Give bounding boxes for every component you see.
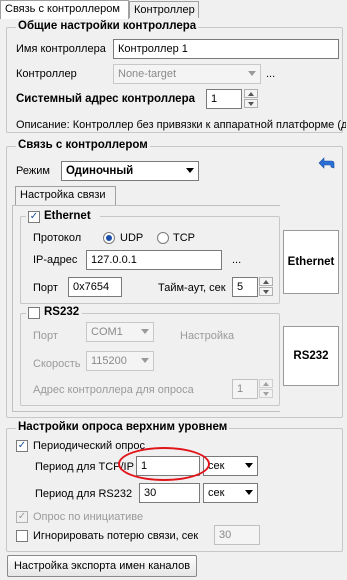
controller-name-input[interactable]: Контроллер 1 xyxy=(113,39,339,59)
rs232-speed-select[interactable]: 115200 xyxy=(86,351,154,371)
ethernet-checkbox[interactable]: ✓ xyxy=(28,211,40,223)
rs232-settings-button[interactable]: Настройка xyxy=(180,330,234,342)
ip-address-label: IP-адрес xyxy=(33,254,78,266)
tab-connection[interactable]: Связь с контроллером xyxy=(0,0,129,19)
tcp-label: TCP xyxy=(173,232,195,244)
system-address-label: Системный адрес контроллера xyxy=(16,93,195,105)
rs232-button[interactable]: RS232 xyxy=(283,326,339,386)
rs232-speed-label: Скорость xyxy=(33,358,81,370)
udp-radio[interactable] xyxy=(103,232,115,244)
rs232-port-select[interactable]: COM1 xyxy=(86,322,154,342)
udp-label: UDP xyxy=(120,232,144,244)
annotation-ellipse xyxy=(118,447,210,481)
mode-value: Одиночный xyxy=(66,165,134,177)
controller-name-label: Имя контроллера xyxy=(16,43,106,55)
rs232-port-value: COM1 xyxy=(91,326,123,338)
port-label: Порт xyxy=(33,282,58,294)
chevron-down-icon xyxy=(141,358,149,363)
port-input[interactable]: 0x7654 xyxy=(68,277,122,297)
tab-controller[interactable]: Контроллер xyxy=(129,1,199,18)
rs232-address-label: Адрес контроллера для опроса xyxy=(33,384,194,396)
rs232-speed-value: 115200 xyxy=(91,355,127,367)
tcpip-unit-value: сек xyxy=(208,460,225,472)
mode-label: Режим xyxy=(16,165,50,177)
rs232-title: RS232 xyxy=(44,306,80,318)
protocol-label: Протокол xyxy=(33,232,82,244)
timeout-spinner[interactable] xyxy=(259,277,273,297)
controller-type-select[interactable]: None-target xyxy=(113,64,261,84)
chevron-down-icon xyxy=(186,168,194,173)
rs232-address-input[interactable]: 1 xyxy=(232,379,258,399)
ignore-link-loss-label: Игнорировать потерю связи, сек xyxy=(33,530,199,542)
initiative-poll-checkbox[interactable]: ✓ xyxy=(16,511,28,523)
controller-type-browse-button[interactable]: ... xyxy=(266,68,275,80)
timeout-label: Тайм-аут, сек xyxy=(158,282,226,294)
periodic-poll-checkbox[interactable]: ✓ xyxy=(16,440,28,452)
back-arrow-icon[interactable] xyxy=(318,157,336,171)
ip-address-input[interactable]: 127.0.0.1 xyxy=(86,250,222,270)
chevron-down-icon xyxy=(248,71,256,76)
controller-type-label: Контроллер xyxy=(16,68,77,80)
tab-connection-settings[interactable]: Настройка связи xyxy=(15,186,116,206)
general-settings-title: Общие настройки контроллера xyxy=(16,20,199,32)
rs232-period-input[interactable]: 30 xyxy=(139,483,200,503)
chevron-down-icon xyxy=(245,463,253,468)
export-channel-names-button[interactable]: Настройка экспорта имен каналов xyxy=(7,555,197,577)
system-address-input[interactable]: 1 xyxy=(206,89,242,109)
timeout-input[interactable]: 5 xyxy=(232,277,258,297)
connection-title: Связь с контроллером xyxy=(16,139,150,151)
system-address-spinner[interactable] xyxy=(244,89,258,109)
ignore-link-loss-checkbox[interactable] xyxy=(16,530,28,542)
ignore-link-loss-input[interactable]: 30 xyxy=(214,525,260,545)
tab-bar: Связь с контроллером Контроллер xyxy=(0,0,347,19)
tcp-radio[interactable] xyxy=(157,232,169,244)
controller-type-value: None-target xyxy=(118,68,177,80)
periodic-poll-label: Периодический опрос xyxy=(33,440,146,452)
rs232-period-label: Период для RS232 xyxy=(35,488,133,500)
controller-description: Описание: Контроллер без привязки к аппа… xyxy=(16,119,346,131)
rs232-unit-value: сек xyxy=(208,487,225,499)
rs232-unit-select[interactable]: сек xyxy=(203,483,258,503)
rs232-port-label: Порт xyxy=(33,330,58,342)
ethernet-button[interactable]: Ethernet xyxy=(283,230,339,294)
polling-title: Настройки опроса верхним уровнем xyxy=(16,421,230,433)
chevron-down-icon xyxy=(245,490,253,495)
initiative-poll-label: Опрос по инициативе xyxy=(33,511,144,523)
ethernet-title: Ethernet xyxy=(44,210,91,222)
tcpip-unit-select[interactable]: сек xyxy=(203,456,258,476)
chevron-down-icon xyxy=(141,329,149,334)
mode-select[interactable]: Одиночный xyxy=(61,161,199,181)
rs232-checkbox[interactable] xyxy=(28,307,40,319)
rs232-address-spinner[interactable] xyxy=(259,379,273,399)
ip-address-browse-button[interactable]: ... xyxy=(232,254,241,266)
